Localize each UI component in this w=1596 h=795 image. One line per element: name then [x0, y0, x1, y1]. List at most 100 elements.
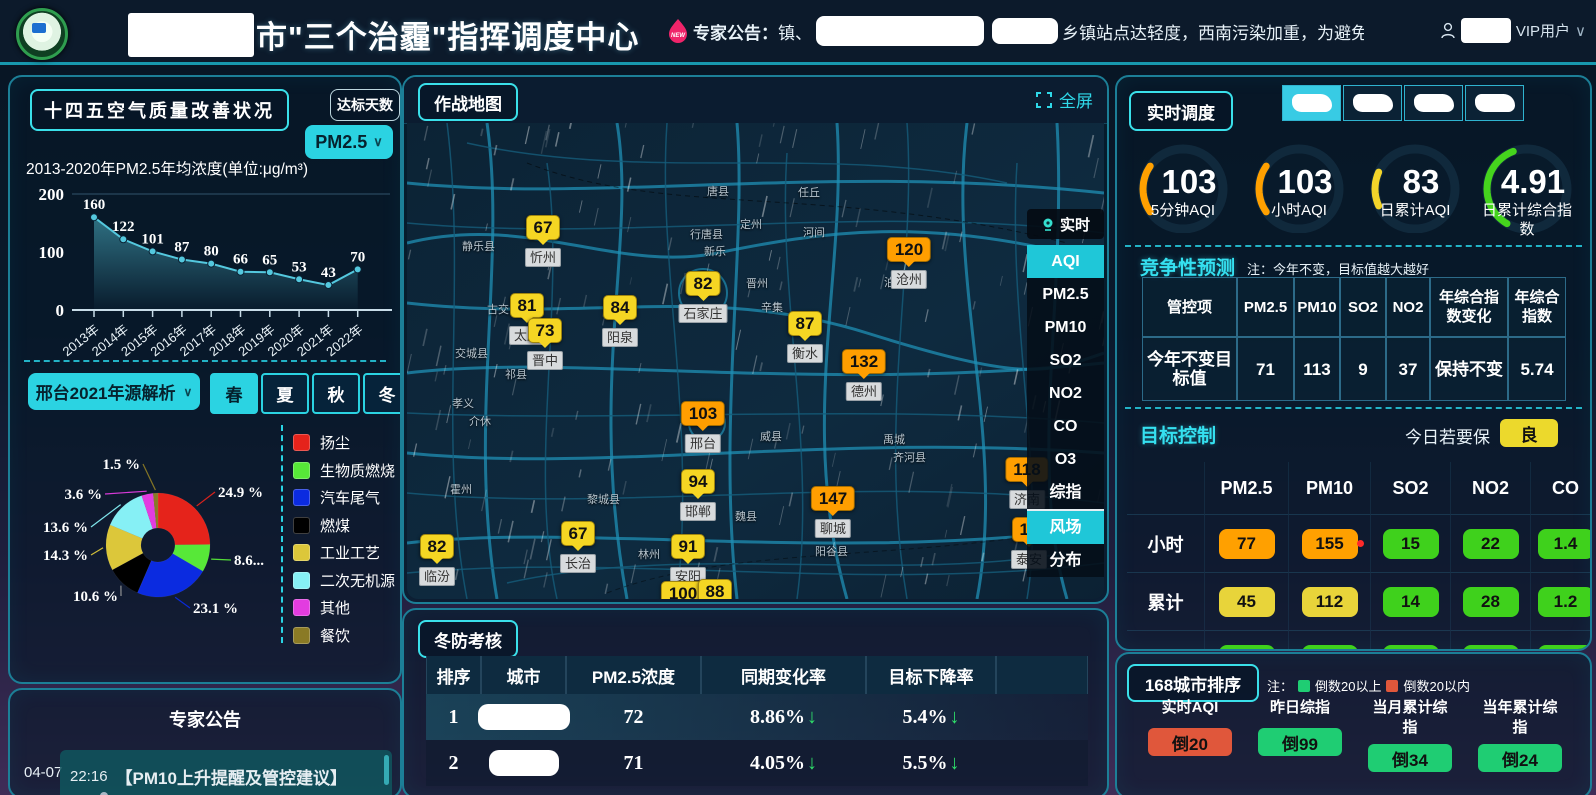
- map-canvas[interactable]: 静乐县古交交城县祁县孝义介休唐县定州行唐县新乐任丘河间晋州辛集泊头霍州黎城县林州…: [407, 123, 1104, 599]
- pollutant-dropdown[interactable]: PM2.5 ∨: [305, 125, 393, 159]
- aqi-marker-濮阳[interactable]: 88濮阳: [697, 579, 733, 599]
- redacted-tab-label: [1353, 94, 1393, 112]
- target-header-cell: NO2: [1451, 462, 1531, 515]
- legend-swatch: [293, 462, 310, 479]
- svg-text:14.3 %: 14.3 %: [43, 548, 88, 564]
- map-layer-PM2.5[interactable]: PM2.5: [1027, 278, 1104, 311]
- redacted-city: [489, 750, 559, 776]
- target-row-label: 累计: [1127, 573, 1205, 631]
- expert-notice-panel: 专家公告 04-07 22:16 【PM10上升提醒及管控建议】: [8, 688, 402, 795]
- aqi-marker-晋中[interactable]: 73晋中: [527, 318, 563, 370]
- map-layer-AQI[interactable]: AQI: [1027, 245, 1104, 278]
- map-place-label: 祁县: [505, 366, 527, 382]
- realtime-toggle[interactable]: 实时: [1027, 209, 1104, 239]
- legend-divider: [281, 425, 283, 643]
- ranking-badge: 倒20: [1148, 728, 1232, 756]
- aqi-marker-衡水[interactable]: 87衡水: [787, 311, 823, 363]
- dispatch-tab-1[interactable]: [1282, 85, 1341, 121]
- scrollbar[interactable]: [384, 755, 389, 785]
- legend-item: 扬尘: [293, 429, 395, 457]
- dispatch-tab-4[interactable]: [1465, 85, 1524, 121]
- map-layer-SO2[interactable]: SO2: [1027, 344, 1104, 377]
- svg-text:0: 0: [56, 301, 65, 320]
- chevron-down-icon: ∨: [373, 134, 383, 150]
- aqi-marker-石家庄[interactable]: 82石家庄: [678, 271, 727, 323]
- ranking-badge: 倒99: [1258, 728, 1342, 756]
- city-ranking-panel: 168城市排序 注： 倒数20以上倒数20以内 实时AQI倒20昨日综指倒99当…: [1115, 652, 1592, 795]
- map-layer-O3[interactable]: O3: [1027, 443, 1104, 476]
- prediction-value-cell: 113: [1294, 337, 1340, 401]
- change-cell: 8.86%↓: [701, 694, 866, 740]
- header: 市"三个治霾"指挥调度中心 NEW 专家公告： 镇、 乡镇站点达轻度，西南污染加…: [0, 0, 1596, 65]
- dispatch-tab-2[interactable]: [1343, 85, 1402, 121]
- pollutant-dropdown-value: PM2.5: [315, 132, 367, 153]
- table-row: 2714.05%↓5.5%↓: [426, 740, 1088, 786]
- marker-value: 147: [811, 486, 855, 511]
- source-analysis-dropdown[interactable]: 邢台2021年源解析 ∨: [28, 373, 200, 410]
- battle-map-panel: 作战地图 全屏 静乐县古交交城县祁县孝义介休唐县定州行唐县新乐任丘河间晋州辛集泊…: [402, 75, 1109, 604]
- target-value-cell: [1531, 631, 1592, 651]
- map-layer-NO2[interactable]: NO2: [1027, 377, 1104, 410]
- aqi-marker-邯郸[interactable]: 94邯郸: [680, 469, 716, 521]
- ranking-column: 当月累计综指倒34: [1355, 698, 1465, 772]
- notice-item[interactable]: 22:16 【PM10上升提醒及管控建议】: [60, 750, 392, 795]
- map-layer-分布[interactable]: 分布: [1027, 544, 1104, 577]
- pm25-trend-chart: 01002001602013年1222014年1012015年872016年80…: [10, 173, 402, 388]
- standard-days-label: 达标天数: [337, 95, 393, 115]
- map-place-label: 阳谷县: [815, 543, 848, 559]
- season-tab-1[interactable]: 春: [210, 373, 258, 414]
- map-layer-CO[interactable]: CO: [1027, 410, 1104, 443]
- legend-label: 其他: [320, 597, 350, 618]
- marker-value: 120: [887, 237, 931, 262]
- city-cell: [481, 694, 566, 740]
- season-tab-4[interactable]: 冬: [363, 373, 402, 414]
- season-tab-2[interactable]: 夏: [261, 373, 309, 414]
- prediction-header-cell: PM2.5: [1237, 277, 1294, 337]
- value-badge: 28: [1463, 587, 1519, 617]
- target-cell: 5.4%↓: [866, 694, 996, 740]
- season-tab-3[interactable]: 秋: [312, 373, 360, 414]
- aqi-marker-德州[interactable]: 132德州: [842, 349, 886, 401]
- target-value-cell: 15: [1371, 515, 1451, 573]
- value-badge: 1.4: [1538, 529, 1593, 559]
- aqi-marker-临汾[interactable]: 82临汾: [419, 534, 455, 586]
- fullscreen-button[interactable]: 全屏: [1035, 87, 1093, 112]
- dispatch-tab-3[interactable]: [1404, 85, 1463, 121]
- prediction-value-cell: 5.74: [1508, 337, 1566, 401]
- notice-date: 04-07: [24, 764, 62, 781]
- aqi-marker-沧州[interactable]: 120沧州: [887, 237, 931, 289]
- realtime-dispatch-panel: 实时调度 1035分钟AQI103小时AQI83日累计AQI4.91日累计综合指…: [1115, 75, 1592, 651]
- standard-days-button[interactable]: 达标天数: [330, 89, 400, 121]
- announcement-label: 专家公告：: [693, 19, 778, 44]
- map-place-label: 介休: [469, 413, 491, 429]
- marker-value: 67: [561, 521, 596, 546]
- legend-swatch: [293, 599, 310, 616]
- fullscreen-label: 全屏: [1059, 87, 1093, 112]
- aqi-marker-长治[interactable]: 67长治: [560, 521, 596, 573]
- svg-text:65: 65: [262, 252, 277, 268]
- aqi-marker-忻州[interactable]: 67忻州: [525, 215, 561, 267]
- table-row: 1728.86%↓5.4%↓: [426, 694, 1088, 740]
- source-analysis-label: 邢台2021年源解析: [36, 379, 176, 404]
- map-layer-风场[interactable]: 风场: [1027, 511, 1104, 544]
- svg-text:23.1 %: 23.1 %: [193, 601, 238, 617]
- value-badge: 45: [1219, 587, 1275, 617]
- legend-label: 餐饮: [320, 625, 350, 646]
- aqi-marker-聊城[interactable]: 147聊城: [811, 486, 855, 538]
- legend-item: 餐饮: [293, 622, 395, 650]
- pm25-cell: 71: [566, 740, 701, 786]
- marker-value: 87: [788, 311, 823, 336]
- svg-text:13.6 %: 13.6 %: [43, 520, 88, 536]
- map-layer-PM10[interactable]: PM10: [1027, 311, 1104, 344]
- down-arrow-icon: ↓: [807, 706, 817, 729]
- chevron-down-icon: ∨: [184, 385, 193, 399]
- svg-text:10.6 %: 10.6 %: [73, 589, 118, 605]
- redacted-tab-label: [1475, 94, 1515, 112]
- panel-title: 十四五空气质量改善状况: [44, 97, 275, 123]
- ranking-columns: 实时AQI倒20昨日综指倒99当月累计综指倒34当年累计综指倒24: [1135, 698, 1575, 772]
- legend-swatch: [293, 544, 310, 561]
- user-menu[interactable]: VIP用户 ∨: [1440, 18, 1586, 43]
- aqi-marker-邢台[interactable]: 103邢台: [681, 401, 725, 453]
- aqi-marker-阳泉[interactable]: 84阳泉: [602, 295, 638, 347]
- map-layer-综指[interactable]: 综指: [1027, 476, 1104, 511]
